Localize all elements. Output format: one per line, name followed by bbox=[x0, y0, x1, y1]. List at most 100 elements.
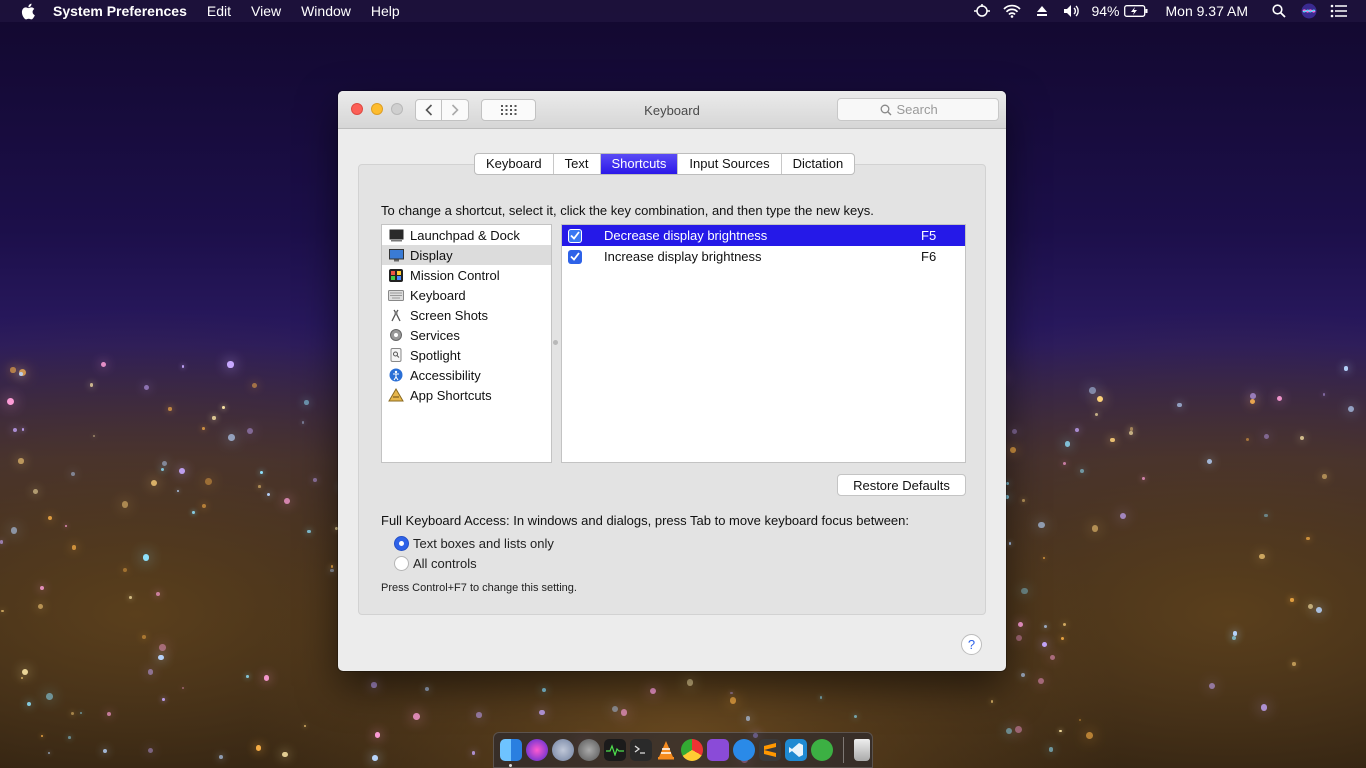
city-light bbox=[128, 595, 132, 599]
shortcut-key[interactable]: F5 bbox=[921, 228, 936, 243]
shortcut-key[interactable]: F6 bbox=[921, 249, 936, 264]
city-light bbox=[123, 567, 127, 572]
restore-defaults-button[interactable]: Restore Defaults bbox=[837, 474, 966, 496]
city-light bbox=[1299, 435, 1304, 440]
city-light bbox=[143, 385, 149, 391]
radio-button[interactable] bbox=[394, 536, 409, 551]
tab-input-sources[interactable]: Input Sources bbox=[678, 154, 782, 174]
city-light bbox=[64, 524, 68, 528]
category-item-mission-control[interactable]: Mission Control bbox=[382, 265, 551, 285]
city-light bbox=[179, 468, 185, 474]
tab-text[interactable]: Text bbox=[554, 154, 601, 174]
menu-view[interactable]: View bbox=[251, 3, 281, 19]
city-light bbox=[101, 362, 107, 368]
shortcut-checkbox[interactable] bbox=[568, 228, 582, 243]
split-view-handle[interactable] bbox=[553, 340, 558, 345]
city-light bbox=[1048, 747, 1054, 753]
trash-icon[interactable] bbox=[853, 739, 870, 761]
github-desktop-icon[interactable] bbox=[707, 739, 730, 761]
city-light bbox=[1245, 437, 1250, 442]
city-light bbox=[1021, 588, 1028, 595]
tab-shortcuts[interactable]: Shortcuts bbox=[600, 154, 679, 174]
vlc-icon[interactable] bbox=[656, 739, 678, 761]
notification-center-icon[interactable] bbox=[1330, 3, 1348, 19]
city-light bbox=[1060, 637, 1064, 641]
shortcut-checkbox[interactable] bbox=[568, 249, 582, 264]
menu-window[interactable]: Window bbox=[301, 3, 351, 19]
category-item-accessibility[interactable]: Accessibility bbox=[382, 365, 551, 385]
category-list[interactable]: Launchpad & Dock Display Mission Control Ke… bbox=[381, 224, 552, 463]
category-item-screen-shots[interactable]: Screen Shots bbox=[382, 305, 551, 325]
finder-icon[interactable] bbox=[500, 739, 522, 767]
city-light bbox=[1348, 405, 1355, 412]
radio-all-controls[interactable]: All controls bbox=[394, 556, 477, 571]
city-light bbox=[202, 504, 207, 508]
wifi-icon[interactable] bbox=[1003, 3, 1022, 19]
menu-app-name[interactable]: System Preferences bbox=[53, 3, 187, 19]
radio-button[interactable] bbox=[394, 556, 409, 571]
shortcut-list[interactable]: Decrease display brightness F5 Increase di… bbox=[561, 224, 966, 463]
city-light bbox=[1038, 678, 1045, 685]
city-light bbox=[266, 492, 271, 497]
city-light bbox=[820, 696, 823, 699]
search-field[interactable] bbox=[837, 98, 999, 121]
help-button[interactable]: ? bbox=[961, 634, 982, 655]
shortcut-row[interactable]: Increase display brightness F6 bbox=[562, 246, 965, 267]
category-item-spotlight[interactable]: Spotlight bbox=[382, 345, 551, 365]
city-light bbox=[26, 702, 32, 707]
city-light bbox=[1044, 625, 1048, 629]
chrome-icon[interactable] bbox=[681, 739, 704, 761]
city-light bbox=[256, 745, 262, 751]
tab-keyboard[interactable]: Keyboard bbox=[475, 154, 554, 174]
shortcut-row[interactable]: Decrease display brightness F5 bbox=[562, 225, 965, 246]
city-light bbox=[303, 724, 306, 727]
category-item-launchpad-dock[interactable]: Launchpad & Dock bbox=[382, 225, 551, 245]
city-light bbox=[1263, 433, 1270, 440]
category-label: Launchpad & Dock bbox=[410, 227, 520, 243]
accessibility-icon bbox=[388, 368, 404, 382]
volume-icon[interactable] bbox=[1063, 3, 1081, 19]
city-light bbox=[20, 676, 24, 680]
city-light bbox=[1014, 726, 1022, 733]
eject-icon[interactable] bbox=[1033, 3, 1051, 19]
search-input[interactable] bbox=[896, 102, 957, 117]
category-item-app-shortcuts[interactable]: App Shortcuts bbox=[382, 385, 551, 405]
terminal-icon[interactable] bbox=[629, 739, 652, 761]
robinhood-icon[interactable] bbox=[811, 739, 833, 761]
system-preferences-icon[interactable] bbox=[577, 739, 600, 761]
siri-icon[interactable] bbox=[525, 739, 548, 761]
menu-help[interactable]: Help bbox=[371, 3, 400, 19]
city-light bbox=[730, 692, 733, 695]
vscode-icon[interactable] bbox=[785, 739, 808, 761]
window-titlebar[interactable]: Keyboard bbox=[338, 91, 1006, 129]
battery-charging-icon[interactable] bbox=[1123, 3, 1148, 19]
city-light bbox=[1232, 636, 1237, 641]
sublime-text-icon[interactable] bbox=[759, 739, 782, 761]
city-light bbox=[1129, 431, 1134, 436]
city-light bbox=[1, 609, 5, 613]
spotlight-search-icon[interactable] bbox=[1270, 3, 1288, 19]
city-light bbox=[212, 416, 216, 420]
remote-desktop-icon[interactable] bbox=[973, 3, 991, 19]
menubar-clock[interactable]: Mon 9.37 AM bbox=[1166, 3, 1249, 19]
tab-dictation[interactable]: Dictation bbox=[782, 154, 855, 174]
category-item-services[interactable]: Services bbox=[382, 325, 551, 345]
apple-menu-icon[interactable] bbox=[19, 2, 37, 20]
battery-percent[interactable]: 94% bbox=[1091, 3, 1119, 19]
city-light bbox=[1208, 682, 1216, 689]
city-light bbox=[227, 361, 234, 368]
full-keyboard-access-label: Full Keyboard Access: In windows and dia… bbox=[381, 513, 909, 528]
city-light bbox=[1010, 447, 1016, 453]
launchpad-icon[interactable] bbox=[551, 739, 574, 761]
siri-icon[interactable] bbox=[1300, 3, 1318, 19]
activity-monitor-icon[interactable] bbox=[603, 739, 626, 761]
city-light bbox=[330, 568, 334, 573]
radio-text-boxes-only[interactable]: Text boxes and lists only bbox=[394, 536, 554, 551]
search-icon bbox=[880, 104, 891, 115]
city-light bbox=[142, 553, 150, 561]
city-light bbox=[649, 687, 657, 695]
category-item-keyboard[interactable]: Keyboard bbox=[382, 285, 551, 305]
category-item-display[interactable]: Display bbox=[382, 245, 551, 265]
internet-explorer-icon[interactable] bbox=[733, 739, 756, 761]
menu-edit[interactable]: Edit bbox=[207, 3, 231, 19]
